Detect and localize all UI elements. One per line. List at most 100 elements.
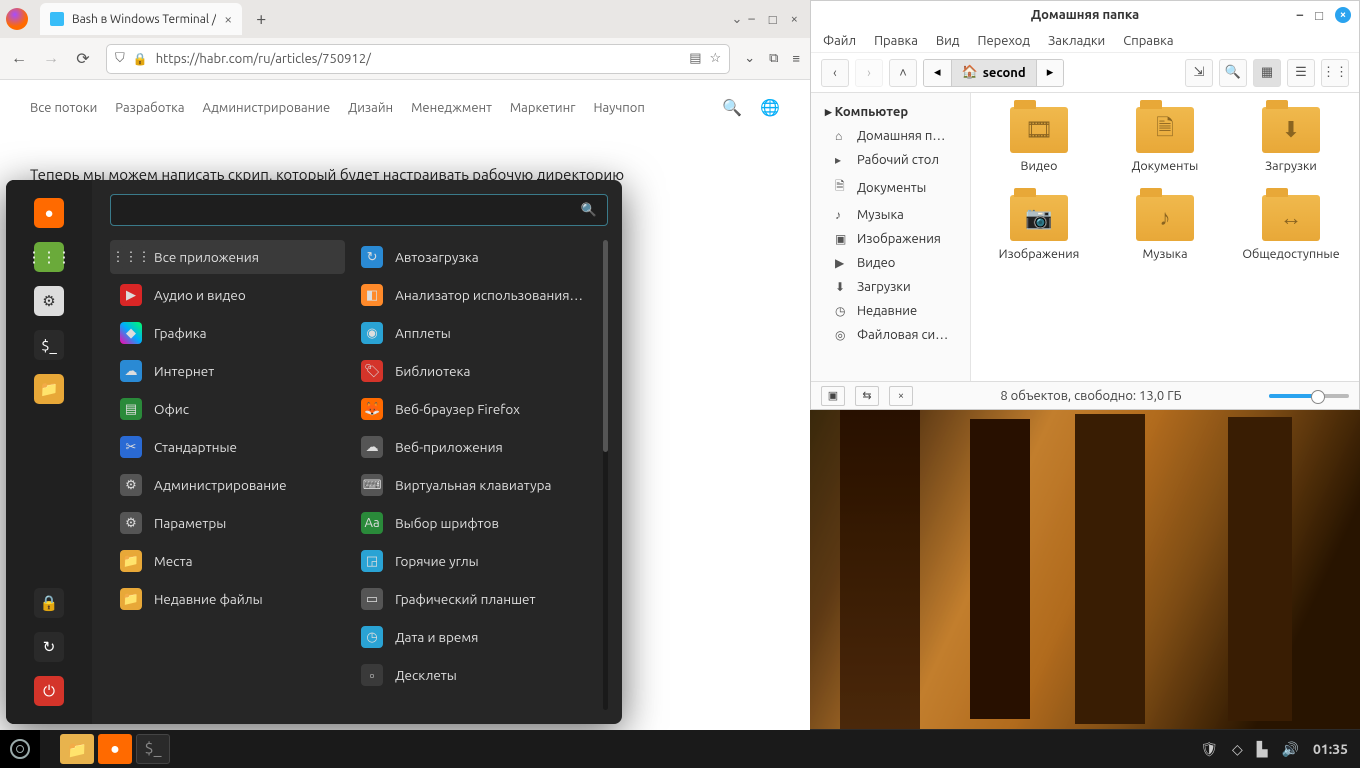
app-item[interactable]: ◲Горячие углы (351, 544, 593, 578)
app-item[interactable]: ◧Анализатор использования… (351, 278, 593, 312)
category-item[interactable]: 📁Недавние файлы (110, 582, 345, 616)
favorite-files[interactable]: 📁 (34, 374, 64, 404)
session-lock[interactable]: 🔒 (34, 588, 64, 618)
path-next[interactable]: ▸ (1037, 60, 1064, 86)
maximize-icon[interactable]: □ (1315, 8, 1323, 23)
toggle-location-button[interactable]: ⇲ (1185, 59, 1213, 87)
sidebar-item[interactable]: ♪Музыка (811, 203, 970, 227)
favorite-settings[interactable]: ⚙ (34, 286, 64, 316)
favorite-firefox[interactable]: ● (34, 198, 64, 228)
category-item[interactable]: ⚙Администрирование (110, 468, 345, 502)
sidebar-item[interactable]: ◎Файловая си… (811, 323, 970, 347)
start-menu-button[interactable] (0, 730, 40, 768)
hamburger-menu-icon[interactable]: ≡ (792, 51, 800, 66)
places-button[interactable]: ▣ (821, 386, 845, 406)
tray-update-icon[interactable]: 🛡 (1200, 741, 1218, 758)
path-bar[interactable]: ◂ 🏠second ▸ (923, 59, 1064, 87)
shield-icon[interactable]: ⛉ (115, 51, 125, 66)
sidebar-item[interactable]: ▣Изображения (811, 227, 970, 251)
app-item[interactable]: АаВыбор шрифтов (351, 506, 593, 540)
icon-view-button[interactable]: ▦ (1253, 59, 1281, 87)
scrollbar[interactable] (603, 240, 608, 710)
sidebar-item[interactable]: ◷Недавние (811, 299, 970, 323)
window-titlebar[interactable]: Домашняя папка – □ × (811, 1, 1359, 29)
folder-item[interactable]: ↔Общедоступные (1231, 195, 1351, 261)
folder-item[interactable]: ♪Музыка (1105, 195, 1225, 261)
url-bar[interactable]: ⛉ 🔒 https://habr.com/ru/articles/750912/… (106, 44, 730, 74)
search-button[interactable]: 🔍 (1219, 59, 1247, 87)
category-item[interactable]: ✂Стандартные (110, 430, 345, 464)
category-item[interactable]: ◆Графика (110, 316, 345, 350)
category-item[interactable]: ▶Аудио и видео (110, 278, 345, 312)
maximize-icon[interactable]: □ (769, 12, 777, 27)
menu-item[interactable]: Правка (874, 34, 918, 48)
nav-link[interactable]: Администрирование (203, 101, 331, 115)
close-icon[interactable]: × (1335, 7, 1351, 23)
list-view-button[interactable]: ☰ (1287, 59, 1315, 87)
session-logout[interactable]: ↻ (34, 632, 64, 662)
tray-network-icon[interactable]: ▙ (1257, 741, 1268, 758)
clock[interactable]: 01:35 (1313, 741, 1348, 757)
session-power[interactable]: ⏻ (34, 676, 64, 706)
folder-item[interactable]: 📷Изображения (979, 195, 1099, 261)
forward-button[interactable]: › (855, 59, 883, 87)
language-icon[interactable]: 🌐 (760, 98, 780, 117)
nav-link[interactable]: Все потоки (30, 101, 97, 115)
app-item[interactable]: ▫Десклеты (351, 658, 593, 692)
compact-view-button[interactable]: ⋮⋮ (1321, 59, 1349, 87)
nav-link[interactable]: Научпоп (593, 101, 644, 115)
browser-tab[interactable]: Bash в Windows Terminal / × (40, 3, 242, 35)
app-item[interactable]: ▭Графический планшет (351, 582, 593, 616)
reader-mode-icon[interactable]: ▤ (689, 51, 701, 66)
close-sidebar-button[interactable]: × (889, 386, 913, 406)
search-icon[interactable]: 🔍 (722, 98, 742, 117)
menu-item[interactable]: Файл (823, 34, 856, 48)
app-item[interactable]: 🦊Веб-браузер Firefox (351, 392, 593, 426)
menu-item[interactable]: Закладки (1048, 34, 1105, 48)
folder-item[interactable]: 🗎Документы (1105, 107, 1225, 173)
minimize-icon[interactable]: – (748, 12, 754, 27)
sidebar-item[interactable]: 🗎Документы (811, 172, 970, 203)
folder-item[interactable]: ⬇Загрузки (1231, 107, 1351, 173)
app-item[interactable]: ◷Дата и время (351, 620, 593, 654)
category-item[interactable]: 📁Места (110, 544, 345, 578)
menu-item[interactable]: Переход (977, 34, 1030, 48)
folder-item[interactable]: 🎞Видео (979, 107, 1099, 173)
app-item[interactable]: ⌨Виртуальная клавиатура (351, 468, 593, 502)
back-button[interactable]: ‹ (821, 59, 849, 87)
category-item[interactable]: ☁Интернет (110, 354, 345, 388)
menu-item[interactable]: Вид (936, 34, 960, 48)
extensions-icon[interactable]: ⧉ (769, 51, 778, 66)
nav-link[interactable]: Менеджмент (411, 101, 492, 115)
tabs-dropdown-icon[interactable]: ⌄ (731, 12, 742, 27)
zoom-slider[interactable] (1269, 394, 1349, 398)
tray-volume-icon[interactable]: 🔊 (1282, 741, 1299, 758)
nav-link[interactable]: Разработка (115, 101, 184, 115)
new-tab-button[interactable]: + (248, 9, 274, 29)
minimize-icon[interactable]: – (1297, 8, 1304, 22)
taskbar-files-icon[interactable]: 📁 (60, 734, 94, 764)
app-item[interactable]: ◉Апплеты (351, 316, 593, 350)
sidebar-item[interactable]: ⬇Загрузки (811, 275, 970, 299)
folder-grid[interactable]: 🎞Видео🗎Документы⬇Загрузки 📷Изображения♪Му… (971, 93, 1359, 381)
nav-link[interactable]: Маркетинг (510, 101, 576, 115)
reload-button[interactable]: ⟳ (74, 49, 92, 68)
close-icon[interactable]: × (791, 12, 798, 27)
lock-icon[interactable]: 🔒 (133, 52, 148, 66)
sidebar-item[interactable]: ▸Рабочий стол (811, 148, 970, 172)
favorite-terminal[interactable]: $_ (34, 330, 64, 360)
up-button[interactable]: ˄ (889, 59, 917, 87)
bookmark-star-icon[interactable]: ☆ (710, 51, 722, 66)
sidebar-item[interactable]: ▶Видео (811, 251, 970, 275)
category-item[interactable]: ⋮⋮⋮Все приложения (110, 240, 345, 274)
forward-button[interactable]: → (42, 49, 60, 68)
path-prev[interactable]: ◂ (924, 60, 952, 86)
favorite-software[interactable]: ⋮⋮⋮ (34, 242, 64, 272)
close-tab-icon[interactable]: × (224, 11, 232, 27)
tree-button[interactable]: ⇆ (855, 386, 879, 406)
menu-item[interactable]: Справка (1123, 34, 1173, 48)
menu-search[interactable]: 🔍 (110, 194, 608, 226)
tray-shield-icon[interactable]: ◇ (1232, 741, 1243, 758)
category-item[interactable]: ▤Офис (110, 392, 345, 426)
app-item[interactable]: ↻Автозагрузка (351, 240, 593, 274)
